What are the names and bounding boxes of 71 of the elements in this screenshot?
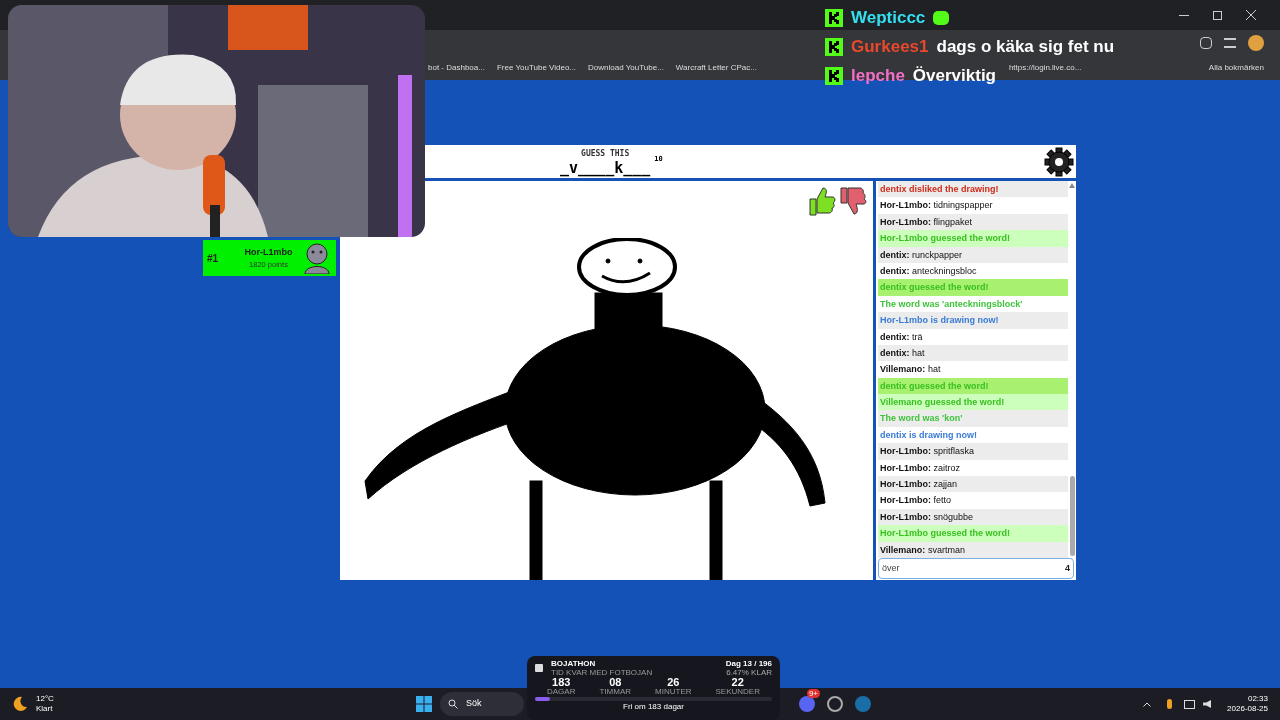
settings-icon[interactable] xyxy=(1044,146,1074,177)
microphone-icon[interactable] xyxy=(1167,699,1173,709)
emote-icon xyxy=(933,11,950,25)
counter-label: TIMMAR xyxy=(599,688,632,696)
char-count: 4 xyxy=(1065,561,1070,575)
input-text: över xyxy=(882,561,900,575)
bookmark-link[interactable]: Free YouTube Video... xyxy=(496,62,577,74)
drawing-canvas[interactable] xyxy=(340,181,873,580)
bookmark-link[interactable]: Warcraft Letter CPac... xyxy=(675,62,757,74)
platform-icon xyxy=(825,9,843,27)
bookmark-link[interactable]: Download YouTube... xyxy=(588,62,664,74)
percent-done: 6.47% KLAR xyxy=(726,668,772,677)
chat-message: Hor-L1mbo guessed the word! xyxy=(878,230,1068,247)
weather-text: Klart xyxy=(36,704,54,714)
extension-icon[interactable] xyxy=(1200,37,1212,49)
player-rank: #1 xyxy=(207,251,220,266)
volume-icon[interactable] xyxy=(1203,700,1212,708)
notification-badge: 9+ xyxy=(806,689,820,698)
start-icon[interactable] xyxy=(415,696,432,712)
chat-message: dentix disliked the drawing! xyxy=(878,181,1068,198)
thumbs-down-icon[interactable] xyxy=(839,186,867,216)
chat-message: dentix guessed the word! xyxy=(878,279,1068,296)
avatar-icon xyxy=(302,242,332,274)
network-icon[interactable] xyxy=(1184,699,1196,709)
bookmark-link[interactable]: bot - Dashboa... xyxy=(428,62,485,74)
counter-value: 183 xyxy=(552,677,571,688)
lock-icon xyxy=(535,664,543,672)
chat-message: The word was 'kon' xyxy=(878,410,1068,427)
chevron-icon[interactable] xyxy=(1143,701,1152,707)
chat-input[interactable]: över 4 xyxy=(878,558,1074,579)
thumbs-up-icon[interactable] xyxy=(808,186,836,216)
guess-label: GUESS THIS xyxy=(581,147,630,160)
game-launcher-icon[interactable] xyxy=(854,696,871,712)
player-name: Hor-L1mbo xyxy=(244,245,293,259)
day-counter: Dag 13 / 196 xyxy=(725,659,772,668)
clock-time[interactable]: 02:33 xyxy=(1247,694,1268,704)
widget-subtitle: TID KVAR MED FOTBOJAN xyxy=(551,668,653,677)
search-icon xyxy=(447,699,458,709)
bookmark-link[interactable]: https://login.live.co... xyxy=(1008,62,1082,74)
counter-value: 08 xyxy=(609,677,622,688)
platform-icon xyxy=(825,38,843,56)
chat-message: Hor-L1mbo: spritflaska xyxy=(878,443,1068,460)
profile-avatar[interactable] xyxy=(1248,35,1264,51)
counter-label: SEKUNDER xyxy=(715,688,760,696)
counter-label: DAGAR xyxy=(547,688,576,696)
release-text: Fri om 183 dagar xyxy=(622,702,685,711)
hint-word: _v____k___ xyxy=(560,159,651,176)
counter-value: 26 xyxy=(667,677,680,688)
chat-message: Hor-L1mbo is drawing now! xyxy=(878,312,1068,329)
minimize-icon[interactable] xyxy=(1179,14,1189,16)
chat-message: Hor-L1mbo guessed the word! xyxy=(878,525,1068,542)
chat-message: Villemano guessed the word! xyxy=(878,394,1068,411)
moon-icon xyxy=(12,696,28,712)
app-icon[interactable] xyxy=(826,696,843,712)
widget-title: BOJATHON xyxy=(551,659,597,668)
chat-app-icon[interactable] xyxy=(798,696,815,712)
clock-date[interactable]: 2026-08-25 xyxy=(1227,704,1268,714)
search-field[interactable]: Sök xyxy=(439,692,524,716)
temperature: 12°C xyxy=(36,694,54,704)
chat-message: Hor-L1mbo: zajjan xyxy=(878,476,1068,493)
restore-icon[interactable] xyxy=(1213,10,1222,20)
counter-label: MINUTER xyxy=(655,688,692,696)
chat-username: Wepticcc xyxy=(851,7,926,30)
all-bookmarks-link[interactable]: Alla bokmärken xyxy=(1208,62,1264,74)
chat-text: dags o käka sig fet nu xyxy=(936,36,1115,59)
chat-username: Gurkees1 xyxy=(851,36,929,59)
close-icon[interactable] xyxy=(1246,10,1256,20)
counter-value: 22 xyxy=(731,677,744,688)
menu-icon[interactable] xyxy=(1224,38,1236,48)
scroll-up-icon[interactable] xyxy=(1069,183,1075,188)
platform-icon xyxy=(825,67,843,85)
